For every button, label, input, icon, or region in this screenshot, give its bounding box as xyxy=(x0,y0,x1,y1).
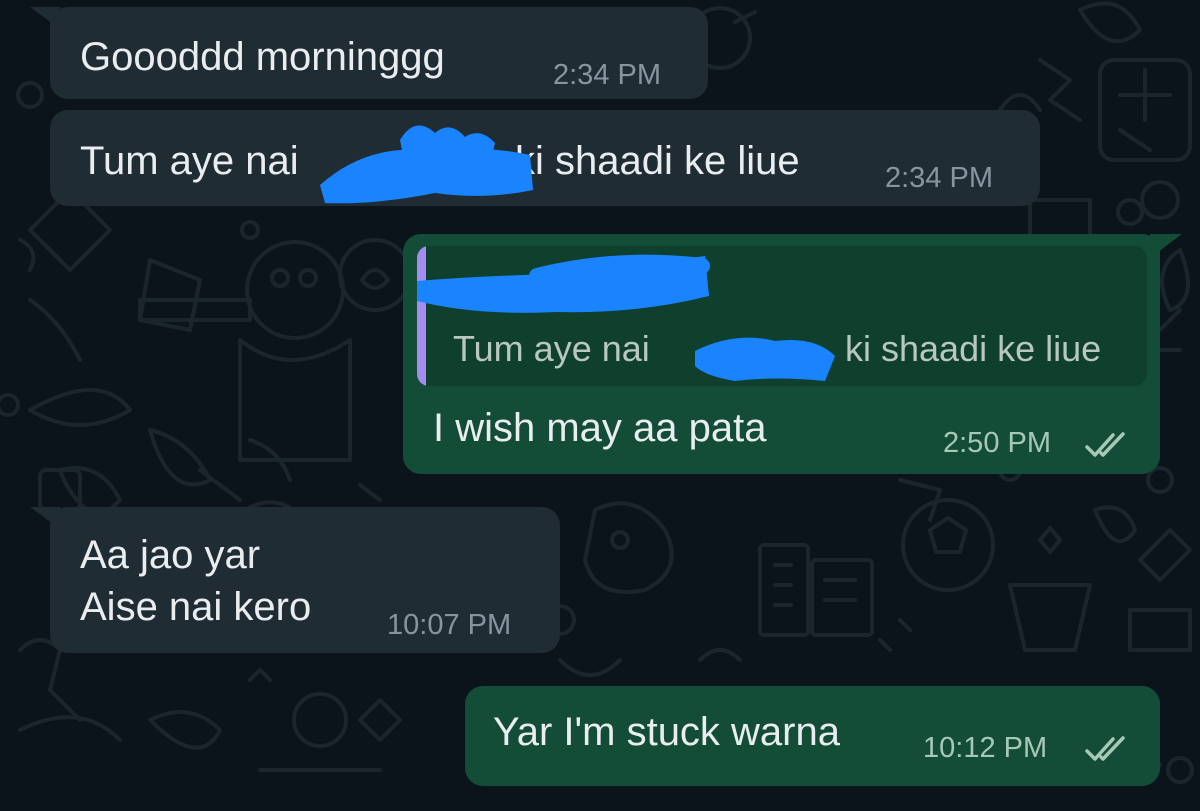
double-check-icon xyxy=(1085,432,1125,457)
bubble-tail-incoming xyxy=(30,507,60,529)
redaction-scribble xyxy=(320,125,533,204)
message-bubble-outgoing[interactable]: Tum aye nai ki shaadi ke liue I wish may… xyxy=(403,234,1160,474)
message-text: Goooddd morninggg xyxy=(80,35,445,79)
message-text-part: ki shaadi ke liue xyxy=(515,139,800,183)
message-text-part: Tum aye nai xyxy=(80,139,299,183)
message-bubble-incoming[interactable]: Goooddd morninggg 2:34 PM xyxy=(50,7,708,99)
message-timestamp: 10:12 PM xyxy=(923,732,1048,764)
bubble-tail-incoming xyxy=(30,7,60,29)
message-text: Yar I'm stuck warna xyxy=(493,710,840,754)
message-text-line: Aise nai kero xyxy=(80,585,312,629)
chat-area[interactable]: Goooddd morninggg 2:34 PM Tum aye nai ki… xyxy=(0,0,1200,811)
bubble-tail-outgoing xyxy=(1150,234,1182,258)
message-timestamp: 2:34 PM xyxy=(553,59,661,91)
message-timestamp: 2:50 PM xyxy=(943,427,1051,459)
message-text: I wish may aa pata xyxy=(433,406,767,450)
message-bubble-outgoing[interactable]: Yar I'm stuck warna 10:12 PM xyxy=(465,686,1160,786)
message-timestamp: 10:07 PM xyxy=(387,609,512,641)
message-bubble-incoming[interactable]: Tum aye nai ki shaadi ke liue 2:34 PM xyxy=(50,110,1040,206)
message-text-line: Aa jao yar xyxy=(80,533,261,577)
redaction-scribble-sender xyxy=(417,254,710,313)
quoted-message[interactable]: Tum aye nai ki shaadi ke liue xyxy=(417,246,1147,386)
message-bubble-incoming[interactable]: Aa jao yar Aise nai kero 10:07 PM xyxy=(50,507,560,653)
message-timestamp: 2:34 PM xyxy=(885,162,993,194)
redaction-scribble xyxy=(695,337,835,381)
double-check-icon xyxy=(1085,736,1125,761)
quoted-text-part: Tum aye nai xyxy=(453,328,650,369)
quoted-text-part: ki shaadi ke liue xyxy=(845,328,1102,369)
